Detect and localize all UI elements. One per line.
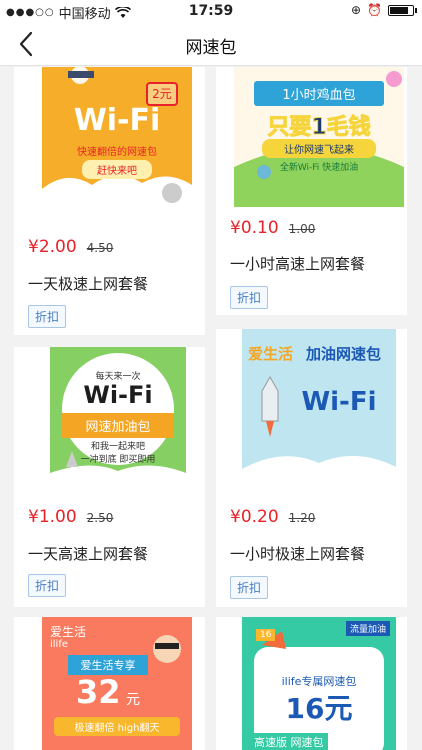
discount-tag: 折扣 <box>28 574 67 597</box>
product-card[interactable]: 爱生活 ilife 爱生活专享 32 元 极速翻倍 high翻天 <box>14 617 205 750</box>
product-card[interactable]: 2元 Wi-Fi 快速翻倍的网速包 赶快来吧 ¥2.00 4.50 一天极速上网… <box>14 67 205 335</box>
product-banner: 1小时鸡血包 只要1毛钱 让你网速飞起来 全新Wi-Fi 快速加油 <box>234 67 404 207</box>
banner-top: 爱生活 <box>50 625 87 639</box>
product-grid: 2元 Wi-Fi 快速翻倍的网速包 赶快来吧 ¥2.00 4.50 一天极速上网… <box>0 67 422 750</box>
original-price: 1.20 <box>288 511 316 525</box>
original-price: 4.50 <box>86 241 114 255</box>
page-title: 网速包 <box>185 38 237 58</box>
banner-footer: 高速版 网速包 <box>250 733 328 750</box>
product-banner: 流量加油 16 ilife专属网速包 16元 高速版 网速包 <box>242 617 396 750</box>
product-card[interactable]: 每天来一次 Wi-Fi 网速加油包 和我一起来吧 一冲到底 即买即用 ¥1.00… <box>14 347 205 607</box>
price: ¥0.10 <box>230 218 279 238</box>
product-banner: 每天来一次 Wi-Fi 网速加油包 和我一起来吧 一冲到底 即买即用 <box>50 347 186 491</box>
status-right: ⊕ ⏰ <box>350 3 417 17</box>
battery-icon <box>388 4 417 16</box>
banner-title-a: 爱生活 <box>248 345 294 363</box>
rotation-lock-icon: ⊕ <box>350 3 362 17</box>
banner-line1: 和我一起来吧 <box>90 442 145 452</box>
product-banner: 爱生活 加油网速包 Wi-Fi <box>242 329 396 495</box>
navigation-bar: 网速包 <box>0 22 422 66</box>
banner-footer: 极速翻倍 high翻天 <box>54 717 180 736</box>
price: ¥2.00 <box>28 237 77 257</box>
banner-ribbon: 1小时鸡血包 <box>254 81 384 106</box>
discount-tag: 折扣 <box>230 576 269 599</box>
banner-line2: 一冲到底 即买即用 <box>80 455 156 465</box>
product-banner: 爱生活 ilife 爱生活专享 32 元 极速翻倍 high翻天 <box>42 617 192 750</box>
product-card[interactable]: 1小时鸡血包 只要1毛钱 让你网速飞起来 全新Wi-Fi 快速加油 ¥0.10 … <box>216 67 407 315</box>
original-price: 1.00 <box>288 222 316 236</box>
product-banner: 2元 Wi-Fi 快速翻倍的网速包 赶快来吧 <box>42 67 192 217</box>
banner-ribbon: 爱生活专享 <box>68 655 148 675</box>
banner-badge: 16 <box>256 629 276 641</box>
product-name: 一小时极速上网套餐 <box>230 545 366 563</box>
banner-headline: Wi-Fi <box>301 387 377 417</box>
product-card[interactable]: 爱生活 加油网速包 Wi-Fi ¥0.20 1.20 一小时极速上网套餐 折扣 <box>216 329 407 607</box>
price-row: ¥0.10 1.00 <box>230 218 315 238</box>
product-name: 一天高速上网套餐 <box>28 545 149 563</box>
banner-subtitle: 快速翻倍的网速包 <box>77 147 157 158</box>
price: ¥1.00 <box>28 507 77 527</box>
price-row: ¥0.20 1.20 <box>230 507 315 527</box>
product-name: 一小时高速上网套餐 <box>230 255 366 273</box>
banner-sub: ilife <box>50 639 69 650</box>
product-name: 一天极速上网套餐 <box>28 275 149 293</box>
original-price: 2.50 <box>86 511 114 525</box>
banner-headline: 32 <box>76 673 121 711</box>
banner-footer: 全新Wi-Fi 快速加油 <box>279 163 359 173</box>
banner-headline: Wi-Fi <box>83 381 153 409</box>
discount-tag: 折扣 <box>230 286 269 309</box>
banner-headline: Wi-Fi <box>73 103 161 138</box>
status-bar: ●●●○○ 中国移动 17:59 ⊕ ⏰ <box>0 0 422 22</box>
banner-headline: 只要1毛钱 <box>267 115 371 141</box>
price-row: ¥1.00 2.50 <box>28 507 113 527</box>
banner-unit: 元 <box>126 692 140 708</box>
banner-subtitle: 让你网速飞起来 <box>262 139 376 158</box>
product-card[interactable]: 流量加油 16 ilife专属网速包 16元 高速版 网速包 <box>216 617 407 750</box>
discount-tag: 折扣 <box>28 305 67 328</box>
banner-headline: 16元 <box>285 692 353 725</box>
price: ¥0.20 <box>230 507 279 527</box>
banner-title-b: 加油网速包 <box>306 345 382 363</box>
banner-cta: 赶快来吧 <box>82 160 152 179</box>
banner-ribbon: 网速加油包 <box>62 413 174 438</box>
banner-tag: 流量加油 <box>346 621 391 636</box>
alarm-icon: ⏰ <box>367 3 382 17</box>
price-row: ¥2.00 4.50 <box>28 237 113 257</box>
